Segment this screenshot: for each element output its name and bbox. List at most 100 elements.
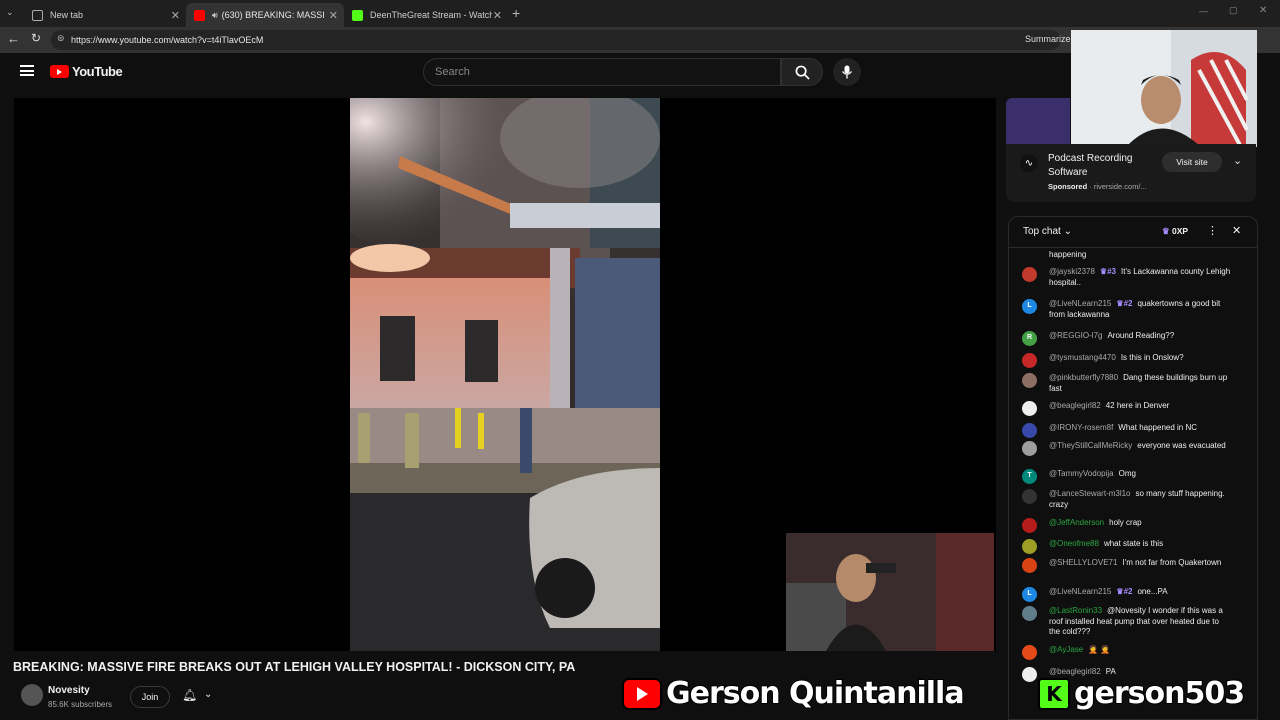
chat-avatar[interactable]: R: [1022, 331, 1037, 346]
chat-message-body: @beaglegirl82 42 here in Denver: [1049, 401, 1231, 412]
chat-author[interactable]: @pinkbutterfly7880: [1049, 373, 1118, 382]
chat-author[interactable]: @Oneofme88: [1049, 539, 1099, 548]
chat-author[interactable]: @AyJase: [1049, 645, 1083, 654]
chat-text: what state is this: [1103, 539, 1164, 548]
chat-author[interactable]: @LastRonin33: [1049, 606, 1102, 615]
chat-avatar[interactable]: [1022, 489, 1037, 504]
chat-author[interactable]: @IRONY-rosem8f: [1049, 423, 1113, 432]
site-info-icon[interactable]: ⊜: [57, 33, 65, 44]
tab-new-tab[interactable]: New tab ✕: [24, 3, 186, 27]
chat-author[interactable]: @LiveNLearn215: [1049, 587, 1111, 596]
url-bar[interactable]: ⊜ https://www.youtube.com/watch?v=t4iTla…: [51, 30, 1061, 50]
points-badge[interactable]: ♛ 0XP: [1162, 226, 1188, 237]
chat-avatar[interactable]: [1022, 518, 1037, 533]
chat-author[interactable]: @LanceStewart-m3l1o: [1049, 489, 1131, 498]
summarize-button[interactable]: Summarize: [1025, 34, 1071, 44]
chat-avatar[interactable]: [1022, 353, 1037, 368]
notification-bell-icon[interactable]: 🔔︎: [182, 688, 197, 702]
chat-avatar[interactable]: [1022, 558, 1037, 573]
search-button[interactable]: [781, 58, 823, 86]
back-arrow-icon[interactable]: ←: [7, 31, 20, 46]
rank-badge-text: #2: [1123, 587, 1133, 596]
youtube-logo[interactable]: YouTube: [50, 64, 123, 79]
minimize-icon[interactable]: —: [1199, 6, 1208, 16]
sponsored-ad-card[interactable]: ∿ Podcast Recording Software Sponsored ·…: [1006, 98, 1256, 202]
crown-icon: ♛: [1116, 299, 1124, 308]
tab-youtube[interactable]: 🔊︎ (630) BREAKING: MASSIVE FIRE ✕: [186, 3, 344, 27]
chat-author[interactable]: @TheyStillCallMeRicky: [1049, 441, 1132, 450]
tab-kick-stream[interactable]: DeenTheGreat Stream - Watch Liv ✕: [344, 3, 508, 27]
video-frame-fire-scene: [350, 98, 660, 651]
ad-title[interactable]: Podcast Recording Software: [1048, 152, 1133, 180]
chat-message-body: @TammyVodopija Omg: [1049, 469, 1231, 480]
chevron-down-icon[interactable]: ⌄: [204, 689, 212, 700]
rank-badge-text: #2: [1123, 299, 1133, 308]
chat-avatar[interactable]: T: [1022, 469, 1037, 484]
ad-expand-chevron-icon[interactable]: ⌄: [1233, 154, 1242, 167]
close-tab-icon[interactable]: ✕: [329, 9, 338, 22]
speaker-icon[interactable]: 🔊︎: [212, 10, 218, 21]
chat-message-body: @REGGIO-l7g Around Reading??: [1049, 331, 1231, 342]
chat-avatar[interactable]: [1022, 267, 1037, 282]
chat-avatar[interactable]: [1022, 441, 1037, 456]
chat-avatar[interactable]: [1022, 539, 1037, 554]
crown-icon: ♛: [1116, 587, 1124, 596]
live-chat-panel: Top chat ⌄ ♛ 0XP ⋮ ✕ happening @jayski237…: [1008, 216, 1258, 720]
chat-author[interactable]: @REGGIO-l7g: [1049, 331, 1102, 340]
close-chat-icon[interactable]: ✕: [1232, 224, 1241, 237]
chat-avatar[interactable]: [1022, 373, 1037, 388]
visit-site-button[interactable]: Visit site: [1162, 152, 1222, 172]
facecam-image: [786, 533, 994, 651]
chat-message-body: @IRONY-rosem8f What happened in NC: [1049, 423, 1231, 434]
chat-text: one...PA: [1137, 587, 1168, 596]
chat-message-body: @Oneofme88 what state is this: [1049, 539, 1231, 550]
hamburger-menu-icon[interactable]: [20, 65, 34, 76]
chat-author[interactable]: @beaglegirl82: [1049, 667, 1101, 676]
top-chat-dropdown[interactable]: Top chat ⌄: [1023, 226, 1072, 237]
voice-search-button[interactable]: [833, 58, 861, 86]
chat-author[interactable]: @SHELLYLOVE71: [1049, 558, 1117, 567]
chat-avatar[interactable]: [1022, 423, 1037, 438]
chat-author[interactable]: @tysmustang4470: [1049, 353, 1116, 362]
newtab-icon: [32, 9, 43, 21]
video-title: BREAKING: MASSIVE FIRE BREAKS OUT AT LEH…: [13, 660, 576, 674]
ad-domain: riverside.com/...: [1093, 182, 1147, 191]
chat-author[interactable]: @jayski2378: [1049, 267, 1095, 276]
chat-message-body: @LastRonin33 @Novesity I wonder if this w…: [1049, 606, 1231, 638]
tab-title: (630) BREAKING: MASSIVE FIRE: [221, 10, 324, 20]
search-input[interactable]: Search: [423, 58, 781, 86]
ad-thumbnail[interactable]: [1006, 98, 1070, 144]
chat-avatar[interactable]: [1022, 606, 1037, 621]
reload-icon[interactable]: ↻: [31, 31, 41, 45]
chat-avatar[interactable]: [1022, 667, 1037, 682]
maximize-icon[interactable]: ▢: [1229, 5, 1238, 16]
chat-avatar[interactable]: [1022, 645, 1037, 660]
chat-avatar[interactable]: L: [1022, 587, 1037, 602]
chat-avatar[interactable]: [1022, 401, 1037, 416]
chat-author[interactable]: @beaglegirl82: [1049, 401, 1101, 410]
chat-author[interactable]: @LiveNLearn215: [1049, 299, 1111, 308]
chat-message-body: @JeffAnderson holy crap: [1049, 518, 1231, 529]
chat-author[interactable]: @JeffAnderson: [1049, 518, 1104, 527]
chat-author[interactable]: @TammyVodopija: [1049, 469, 1114, 478]
chat-header: Top chat ⌄ ♛ 0XP ⋮ ✕: [1009, 217, 1257, 248]
youtube-wordmark: YouTube: [72, 64, 123, 79]
chat-scrollbar[interactable]: [1251, 249, 1255, 689]
tab-list-chevron-icon[interactable]: ⌄: [6, 7, 14, 18]
rank-badge: ♛#3: [1100, 267, 1116, 278]
chat-message-body: @pinkbutterfly7880 Dang these buildings b…: [1049, 373, 1231, 394]
channel-avatar[interactable]: [21, 684, 43, 706]
channel-name[interactable]: Novesity: [48, 685, 90, 696]
chat-avatar[interactable]: L: [1022, 299, 1037, 314]
overlay-name-2: K gerson503: [1038, 675, 1246, 712]
join-button[interactable]: Join: [130, 686, 170, 708]
close-tab-icon[interactable]: ✕: [493, 9, 502, 22]
more-options-icon[interactable]: ⋮: [1207, 224, 1218, 237]
close-tab-icon[interactable]: ✕: [171, 9, 180, 22]
new-tab-plus-icon[interactable]: +: [512, 5, 520, 21]
chat-text: I'm not far from Quakertown: [1122, 558, 1222, 567]
kick-logo-icon: K: [1038, 677, 1070, 710]
fire-scene-illustration: [350, 98, 660, 651]
chat-message-body: @LiveNLearn215 ♛#2 quakertowns a good bit …: [1049, 299, 1231, 320]
close-window-icon[interactable]: ✕: [1259, 5, 1267, 16]
